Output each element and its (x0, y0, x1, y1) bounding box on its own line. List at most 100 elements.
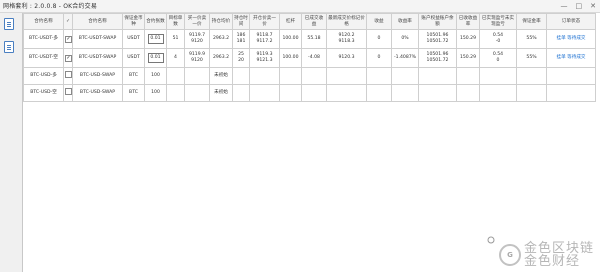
row-last-mark (326, 67, 367, 85)
list-icon[interactable] (4, 41, 14, 53)
col-header[interactable]: 合约名称 (72, 13, 123, 30)
minimize-button[interactable]: — (561, 0, 568, 13)
row-equity-balance (418, 67, 457, 85)
row-profit: 0 (366, 29, 392, 49)
col-header[interactable]: ✓ (63, 13, 73, 30)
row-earned-rate (456, 84, 480, 102)
row-profit-rate: -1.4087% (391, 48, 419, 68)
row-open-price (249, 84, 280, 102)
side-toolbar (4, 18, 14, 53)
row-equity-balance: 10501.96 10501.72 (418, 29, 457, 49)
row-profit-rate (391, 67, 419, 85)
row-profit: 0 (366, 48, 392, 68)
row-avg-price: 2963.2 (209, 48, 233, 68)
row-checkbox[interactable] (63, 84, 73, 102)
row-name[interactable]: BTC-USD-多 (23, 67, 64, 85)
maximize-button[interactable]: □ (576, 0, 583, 13)
row-qty[interactable]: 100 (144, 84, 167, 102)
col-header[interactable]: 持仓均价 (209, 13, 233, 30)
table-header-row: 合约名称 ✓ 合约名称 保证金币种 合约张数 目标单数 买一价卖一价 持仓均价 … (23, 13, 596, 30)
row-target: 4 (166, 48, 185, 68)
row-bid-ask: 9119.7 9120 (184, 29, 210, 49)
row-margin-ccy: USDT (122, 29, 145, 49)
row-profit-rate: 0% (391, 29, 419, 49)
row-avg-price: 未初始 (209, 84, 233, 102)
col-header[interactable]: 已实现盈亏未实现盈亏 (479, 13, 517, 30)
row-name[interactable]: BTC-USDT-空 (23, 48, 64, 68)
row-margin-rate: 55% (516, 48, 547, 68)
row-checkbox[interactable]: ✓ (63, 48, 73, 68)
row-leverage: 100.00 (279, 48, 302, 68)
row-last-mark (326, 84, 367, 102)
row-leverage (279, 84, 302, 102)
col-header[interactable]: 杠杆 (279, 13, 302, 30)
row-earned-rate: 150.29 (456, 48, 480, 68)
checkbox[interactable] (65, 88, 72, 96)
row-order-status: 挂单 等待成交 (546, 29, 596, 49)
close-button[interactable]: ✕ (590, 0, 596, 13)
row-bid-ask (184, 84, 210, 102)
document-icon[interactable] (4, 18, 14, 30)
table-row[interactable]: BTC-USDT-空 ✓ BTC-USDT-SWAP USDT 0.01 4 9… (23, 48, 596, 68)
watermark-logo-icon: G (498, 244, 521, 266)
row-equity-balance (418, 84, 457, 102)
row-filled-profit (301, 67, 327, 85)
row-contract: BTC-USDT-SWAP (72, 48, 123, 68)
row-margin-rate (516, 84, 547, 102)
row-target (166, 67, 185, 85)
row-contract: BTC-USD-SWAP (72, 84, 123, 102)
row-equity-balance: 10501.96 10501.72 (418, 48, 457, 68)
window-controls: — □ ✕ (561, 0, 597, 13)
col-header[interactable]: 买一价卖一价 (184, 13, 210, 30)
col-header[interactable]: 目标单数 (166, 13, 185, 30)
row-checkbox[interactable] (63, 67, 73, 85)
table-row[interactable]: BTC-USD-空 BTC-USD-SWAP BTC 100 未初始 (23, 84, 596, 102)
row-earned-rate (456, 67, 480, 85)
share-icon (487, 236, 495, 244)
row-open-price: 9119.3 9121.3 (249, 48, 280, 68)
table-row[interactable]: BTC-USDT-多 ✓ BTC-USDT-SWAP USDT 0.01 51 … (23, 29, 596, 49)
qty-stepper[interactable]: 0.01 (147, 53, 164, 63)
checkbox[interactable] (65, 71, 72, 79)
row-profit-rate (391, 84, 419, 102)
col-header[interactable]: 持仓时间 (232, 13, 250, 30)
row-order-status: 挂单 等待成交 (546, 48, 596, 68)
row-margin-rate: 55% (516, 29, 547, 49)
row-qty[interactable]: 100 (144, 67, 167, 85)
col-header[interactable]: 开仓价卖一价 (249, 13, 280, 30)
row-hold-time: 186 181 (232, 29, 250, 49)
row-name[interactable]: BTC-USD-空 (23, 84, 64, 102)
row-realized-unrealized (479, 84, 517, 102)
row-avg-price: 2963.2 (209, 29, 233, 49)
col-header[interactable]: 合约名称 (23, 13, 64, 30)
watermark-line2: 金色财经 (523, 254, 580, 269)
col-header[interactable]: 已成交收益 (301, 13, 327, 30)
row-profit (366, 67, 392, 85)
row-hold-time (232, 84, 250, 102)
col-header[interactable]: 已收收益率 (456, 13, 480, 30)
row-contract: BTC-USD-SWAP (72, 67, 123, 85)
row-filled-profit (301, 84, 327, 102)
col-header[interactable]: 保证金币种 (122, 13, 145, 30)
watermark: G 金色区块链 金色财经 (498, 242, 594, 269)
row-order-status (546, 67, 596, 85)
row-qty[interactable]: 0.01 (144, 29, 167, 49)
checkbox[interactable]: ✓ (65, 54, 72, 62)
table-row[interactable]: BTC-USD-多 BTC-USD-SWAP BTC 100 未初始 (23, 67, 596, 85)
row-checkbox[interactable]: ✓ (63, 29, 73, 49)
col-header[interactable]: 账户权益账户余额 (418, 13, 457, 30)
row-bid-ask: 9119.9 9120 (184, 48, 210, 68)
row-qty[interactable]: 0.01 (144, 48, 167, 68)
row-order-status (546, 84, 596, 102)
col-header[interactable]: 订单状态 (546, 13, 596, 30)
col-header[interactable]: 保证金率 (516, 13, 547, 30)
col-header[interactable]: 收益 (366, 13, 392, 30)
row-name[interactable]: BTC-USDT-多 (23, 29, 64, 49)
col-header[interactable]: 合约张数 (144, 13, 167, 30)
contract-grid: 合约名称 ✓ 合约名称 保证金币种 合约张数 目标单数 买一价卖一价 持仓均价 … (22, 13, 600, 272)
col-header[interactable]: 收益率 (391, 13, 419, 30)
checkbox[interactable]: ✓ (65, 35, 72, 43)
qty-stepper[interactable]: 0.01 (147, 34, 164, 44)
row-margin-ccy: USDT (122, 48, 145, 68)
col-header[interactable]: 最新成交价标记价格 (326, 13, 367, 30)
